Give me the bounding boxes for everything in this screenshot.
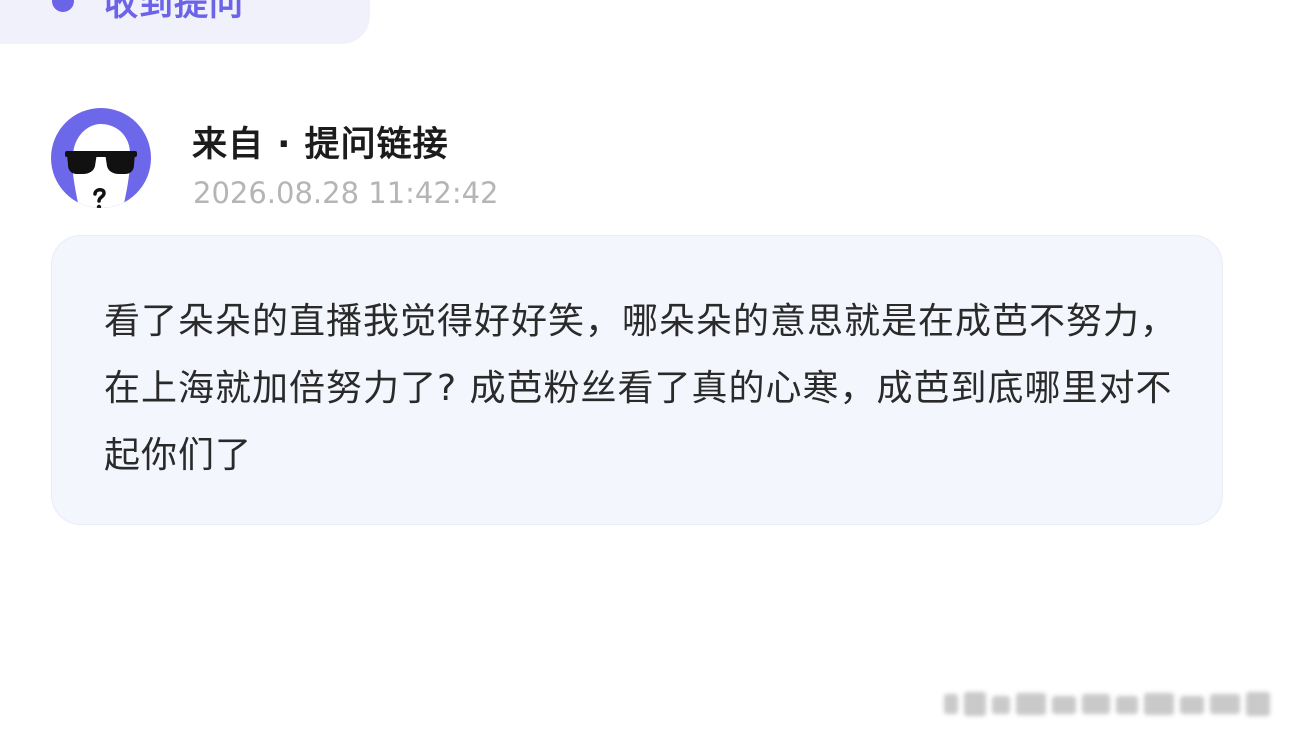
received-questions-tab[interactable]: 收到提问 — [0, 0, 370, 44]
sender-label: 来自 · 提问链接 — [192, 125, 449, 165]
question-text: 看了朵朵的直播我觉得好好笑，哪朵朵的意思就是在成芭不努力，在上海就加倍努力了? … — [104, 301, 1178, 476]
watermark-icon — [944, 692, 1270, 716]
dot-icon — [52, 0, 74, 12]
timestamp: 2026.08.28 11:42:42 — [193, 176, 499, 210]
tab-label: 收到提问 — [104, 0, 244, 24]
anonymous-sunglasses-avatar-icon — [65, 124, 137, 208]
avatar[interactable] — [51, 108, 151, 208]
question-bubble: 看了朵朵的直播我觉得好好笑，哪朵朵的意思就是在成芭不努力，在上海就加倍努力了? … — [51, 235, 1223, 525]
page: 收到提问 来自 · 提问链接 2026.08.28 11:42:42 看了朵朵的… — [0, 0, 1300, 731]
